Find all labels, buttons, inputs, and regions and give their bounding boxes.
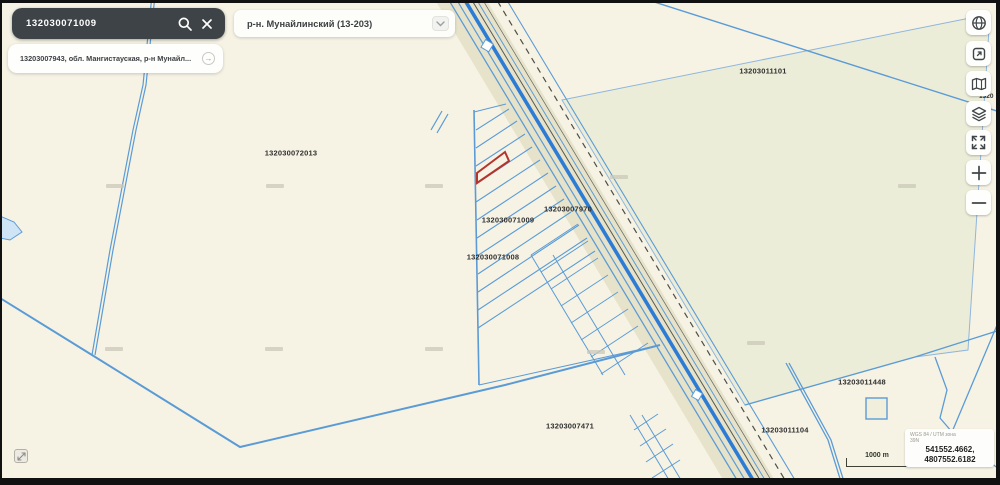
dropdown-toggle[interactable] bbox=[432, 16, 449, 31]
square-parcel[interactable] bbox=[865, 397, 888, 420]
faint-parcel-label bbox=[610, 175, 628, 179]
coordinates-panel: WGS 84 / UTM зона 39N 541552.4662, 48075… bbox=[905, 429, 994, 467]
parcel-label: 13203011101 bbox=[739, 66, 787, 76]
parcel-label: 13203011448 bbox=[838, 377, 886, 387]
faint-parcel-label bbox=[105, 347, 123, 351]
district-selector[interactable]: р-н. Мунайлинский (13-203) bbox=[234, 10, 455, 37]
parcel-label: 132030071008 bbox=[466, 252, 520, 262]
zoom-in-button[interactable] bbox=[966, 160, 991, 185]
faint-parcel-label bbox=[425, 347, 443, 351]
parcel-label: 132030071009 bbox=[481, 215, 535, 225]
scale-bar-bracket bbox=[846, 458, 908, 467]
fullscreen-button[interactable] bbox=[966, 130, 991, 155]
scale-bar-label: 1000 m bbox=[863, 452, 891, 459]
water-body bbox=[2, 216, 23, 241]
map-canvas[interactable]: 132030072013 132030071009 13203007970 13… bbox=[2, 3, 996, 478]
selected-parcel[interactable] bbox=[476, 150, 511, 185]
layers-icon bbox=[971, 106, 986, 121]
parcel-label: 13203011104 bbox=[761, 425, 809, 435]
faint-parcel-label bbox=[106, 184, 124, 188]
easting-value: 541552.4662, bbox=[925, 445, 975, 454]
search-result-text: 13203007943, обл. Мангистауская, р-н Мун… bbox=[20, 54, 192, 63]
faint-parcel-label bbox=[265, 347, 283, 351]
northing-value: 4807552.6182 bbox=[924, 455, 976, 465]
parcel-label: 132030072013 bbox=[264, 148, 318, 158]
search-icon[interactable] bbox=[177, 16, 193, 32]
parcel-cluster[interactable] bbox=[629, 413, 684, 478]
fullscreen-arrows-icon bbox=[971, 135, 986, 150]
expand-view-button[interactable] bbox=[966, 41, 991, 66]
globe-icon bbox=[971, 15, 986, 30]
plus-icon bbox=[971, 165, 986, 180]
faint-parcel-label bbox=[587, 350, 605, 354]
scale-bar: 1000 m bbox=[846, 452, 908, 467]
close-icon[interactable] bbox=[199, 16, 215, 32]
expand-icon bbox=[972, 47, 985, 60]
faint-parcel-label bbox=[266, 184, 284, 188]
crs-zone: 39N bbox=[910, 438, 920, 444]
search-result-item[interactable]: 13203007943, обл. Мангистауская, р-н Мун… bbox=[8, 44, 223, 73]
search-input[interactable] bbox=[26, 18, 171, 29]
diagonal-arrows-icon bbox=[16, 451, 26, 461]
zoom-out-button[interactable] bbox=[966, 190, 991, 215]
parcel-label: 13203007471 bbox=[545, 421, 595, 431]
basemap-button[interactable] bbox=[966, 71, 991, 96]
map-vector-layer bbox=[2, 3, 996, 478]
globe-button[interactable] bbox=[966, 10, 991, 35]
attribution-expand-button[interactable] bbox=[14, 449, 28, 463]
district-selector-value: р-н. Мунайлинский (13-203) bbox=[247, 18, 373, 29]
faint-parcel-label bbox=[747, 341, 765, 345]
map-icon bbox=[971, 77, 986, 90]
parcel-label: 13203007970 bbox=[543, 204, 593, 214]
faint-parcel-label bbox=[898, 184, 916, 188]
layers-button[interactable] bbox=[966, 101, 991, 126]
cadastral-map-app: 132030072013 132030071009 13203007970 13… bbox=[0, 0, 1000, 485]
search-bar bbox=[12, 8, 225, 39]
goto-arrow-icon[interactable]: → bbox=[202, 52, 215, 65]
minus-icon bbox=[971, 201, 986, 204]
chevron-down-icon bbox=[436, 20, 445, 26]
faint-parcel-label bbox=[425, 184, 443, 188]
